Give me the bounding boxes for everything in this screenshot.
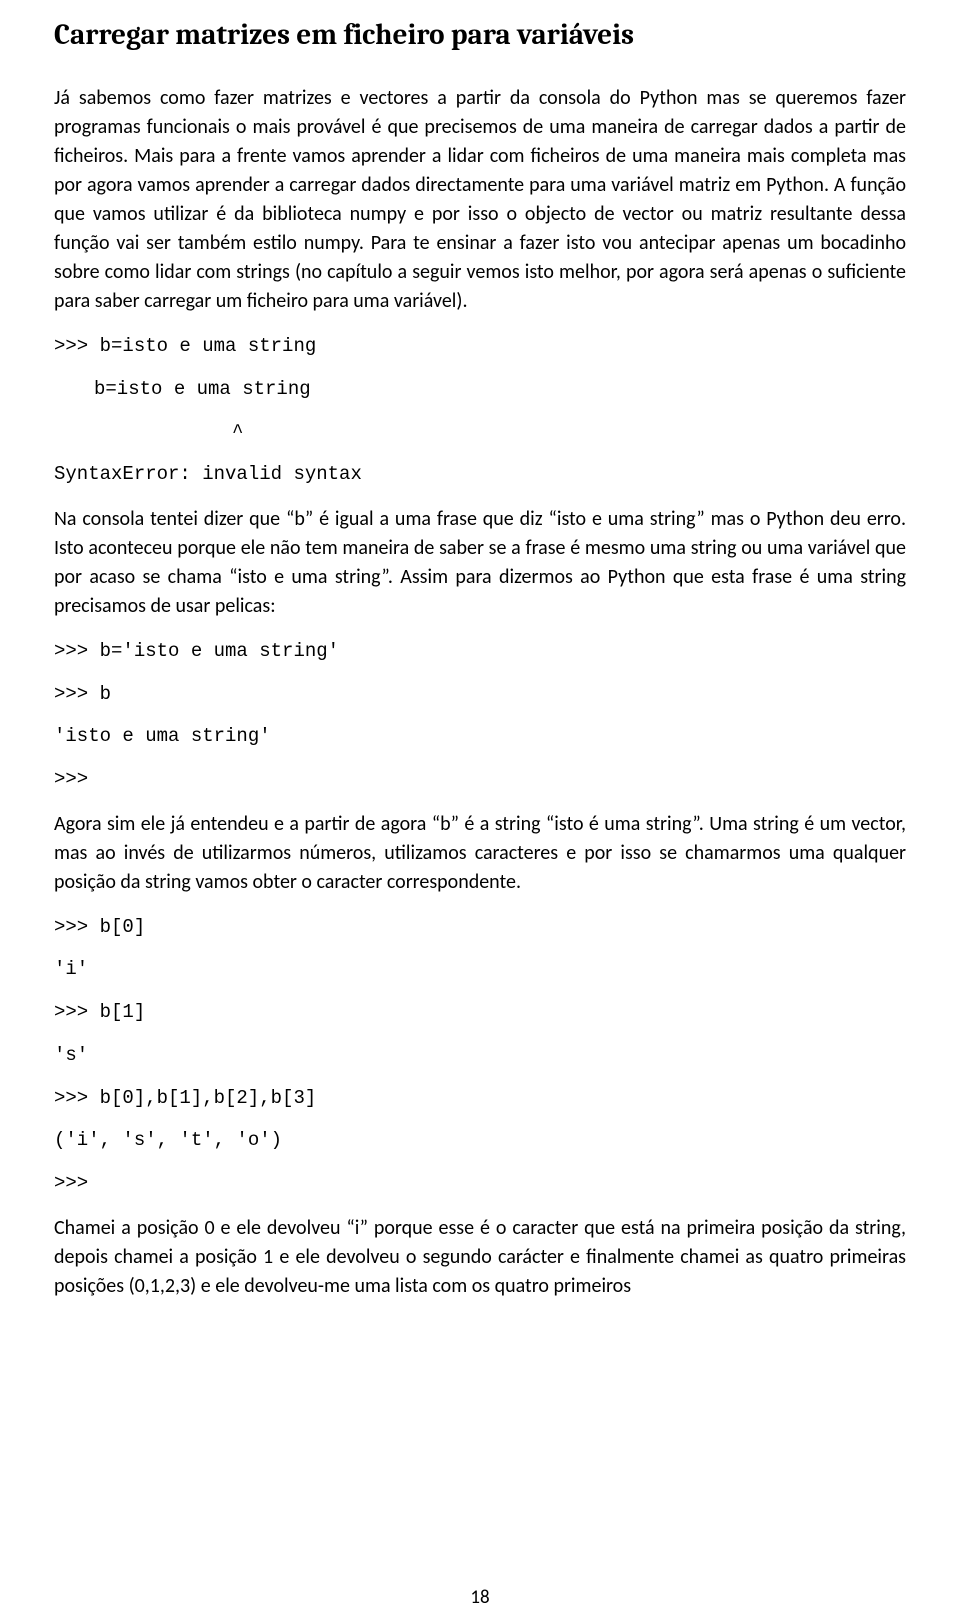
code-line: 'isto e uma string' xyxy=(54,724,906,749)
document-page: Carregar matrizes em ficheiro para variá… xyxy=(0,0,960,1617)
code-line: 'i' xyxy=(54,957,906,982)
code-line: >>> xyxy=(54,767,906,792)
paragraph-explanation-2: Agora sim ele já entendeu e a partir de … xyxy=(54,810,906,897)
page-number: 18 xyxy=(0,1586,960,1609)
code-line: >>> b[1] xyxy=(54,1000,906,1025)
code-line: b=isto e uma string xyxy=(54,377,906,402)
code-line-error: SyntaxError: invalid syntax xyxy=(54,462,906,487)
code-block-indexing: >>> b[0] 'i' >>> b[1] 's' >>> b[0],b[1],… xyxy=(54,915,906,1196)
paragraph-intro: Já sabemos como fazer matrizes e vectore… xyxy=(54,84,906,316)
code-line: >>> b[0] xyxy=(54,915,906,940)
code-line: >>> b xyxy=(54,682,906,707)
code-line: >>> b[0],b[1],b[2],b[3] xyxy=(54,1086,906,1111)
code-line: >>> b='isto e uma string' xyxy=(54,639,906,664)
code-line-caret: ^ xyxy=(54,420,906,445)
code-block-syntax-error: >>> b=isto e uma string b=isto e uma str… xyxy=(54,334,906,487)
paragraph-explanation-3: Chamei a posição 0 e ele devolveu “i” po… xyxy=(54,1214,906,1301)
code-line: 's' xyxy=(54,1043,906,1068)
code-line: >>> b=isto e uma string xyxy=(54,334,906,359)
paragraph-explanation-1: Na consola tentei dizer que “b” é igual … xyxy=(54,505,906,621)
code-line: ('i', 's', 't', 'o') xyxy=(54,1128,906,1153)
code-line: >>> xyxy=(54,1171,906,1196)
code-block-string-assign: >>> b='isto e uma string' >>> b 'isto e … xyxy=(54,639,906,792)
section-heading: Carregar matrizes em ficheiro para variá… xyxy=(54,18,906,54)
